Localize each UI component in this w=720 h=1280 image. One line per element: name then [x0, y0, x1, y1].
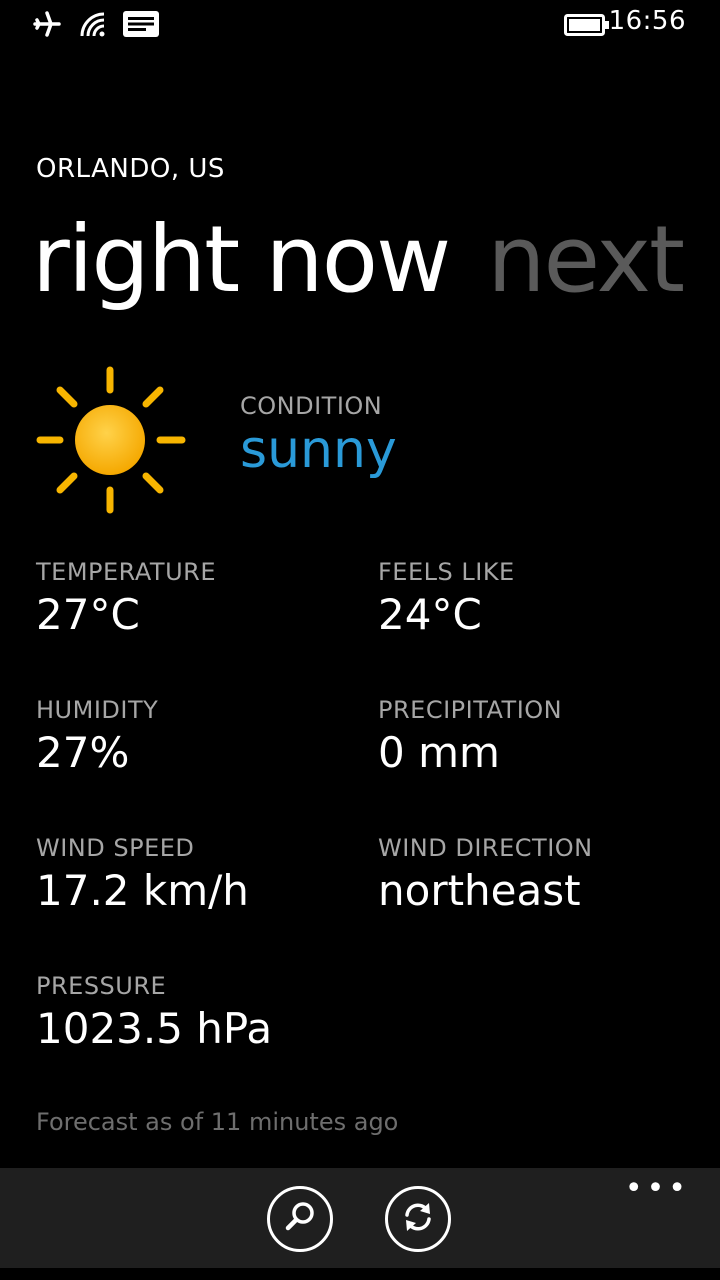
wind-direction-label: WIND DIRECTION	[378, 834, 593, 862]
message-icon	[122, 10, 160, 42]
sun-icon	[32, 362, 192, 522]
search-icon	[281, 1198, 319, 1240]
temperature-label: TEMPERATURE	[36, 558, 216, 586]
search-button[interactable]	[267, 1186, 333, 1252]
status-bar: 16:56	[0, 0, 720, 48]
pivot-tab-next[interactable]: next	[487, 206, 685, 313]
wind-speed-field: WIND SPEED 17.2 km/h	[36, 834, 249, 915]
condition-label: CONDITION	[240, 392, 383, 420]
city-label: ORLANDO, US	[36, 154, 225, 184]
wind-direction-field: WIND DIRECTION northeast	[378, 834, 593, 915]
wifi-icon	[78, 10, 108, 42]
feels-like-value: 24°C	[378, 590, 482, 639]
more-options-button[interactable]: •••	[625, 1174, 690, 1204]
humidity-label: HUMIDITY	[36, 696, 159, 724]
feels-like-label: FEELS LIKE	[378, 558, 515, 586]
wind-speed-label: WIND SPEED	[36, 834, 195, 862]
status-time: 16:56	[608, 6, 686, 36]
humidity-field: HUMIDITY 27%	[36, 696, 158, 777]
condition-value: sunny	[240, 420, 397, 480]
refresh-icon	[399, 1198, 437, 1240]
temperature-field: TEMPERATURE 27°C	[36, 558, 216, 639]
temperature-value: 27°C	[36, 590, 140, 639]
wind-speed-value: 17.2 km/h	[36, 866, 249, 915]
refresh-button[interactable]	[385, 1186, 451, 1252]
pressure-field: PRESSURE 1023.5 hPa	[36, 972, 272, 1053]
battery-icon	[564, 14, 610, 40]
weather-screen: 16:56 ORLANDO, US right now next CONDITI…	[0, 0, 720, 1280]
pressure-value: 1023.5 hPa	[36, 1004, 273, 1053]
forecast-timestamp: Forecast as of 11 minutes ago	[36, 1108, 399, 1136]
pivot-tab-right-now[interactable]: right now	[32, 206, 451, 313]
airplane-icon	[32, 10, 62, 42]
precipitation-label: PRECIPITATION	[378, 696, 563, 724]
app-bar: •••	[0, 1168, 720, 1268]
bottom-strip	[0, 1268, 720, 1280]
precipitation-field: PRECIPITATION 0 mm	[378, 696, 562, 777]
condition-block: CONDITION sunny	[240, 392, 397, 480]
feels-like-field: FEELS LIKE 24°C	[378, 558, 515, 639]
pressure-label: PRESSURE	[36, 972, 167, 1000]
pivot-header: right now next	[32, 200, 685, 320]
precipitation-value: 0 mm	[378, 728, 500, 777]
humidity-value: 27%	[36, 728, 130, 777]
wind-direction-value: northeast	[378, 866, 581, 915]
